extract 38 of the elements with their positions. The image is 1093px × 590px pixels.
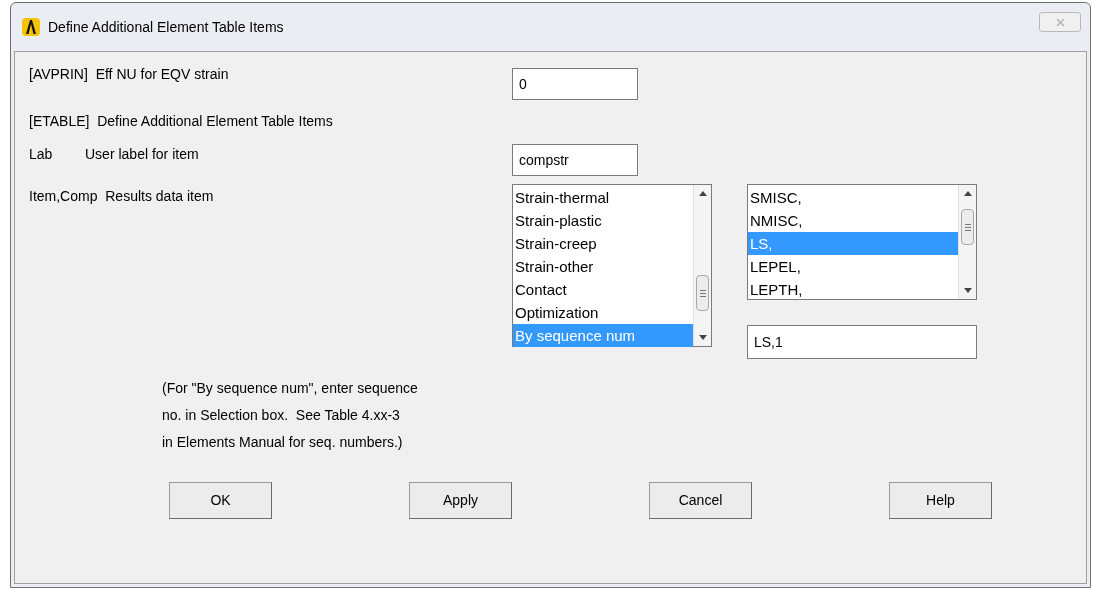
list-item[interactable]: Optimization <box>513 301 693 324</box>
dialog-button[interactable]: Cancel <box>649 482 752 519</box>
lab-label: User label for item <box>85 145 200 164</box>
note-text: no. in Selection box. See Table 4.xx-3 <box>162 406 401 425</box>
list-item[interactable]: LEPEL, <box>748 255 958 278</box>
scroll-down-icon[interactable] <box>964 288 972 293</box>
list-box[interactable]: SMISC, NMISC, LS, LEPEL, LEPTH, <box>747 184 977 300</box>
lab-key: Lab <box>29 144 85 180</box>
scrollbar[interactable] <box>693 185 711 346</box>
scroll-thumb[interactable] <box>696 275 709 311</box>
scrollbar[interactable] <box>958 185 976 299</box>
note-text: (For "By sequence num", enter sequence <box>162 379 419 398</box>
dialog-button[interactable]: Help <box>889 482 992 519</box>
etable-heading: [ETABLE] Define Additional Element Table Items <box>29 112 334 131</box>
avprin-label: [AVPRIN] Eff NU for EQV strain <box>29 65 230 84</box>
dialog-button[interactable]: Apply <box>409 482 512 519</box>
input-field[interactable]: 0 <box>512 68 638 100</box>
list-item[interactable]: Strain-other <box>513 255 693 278</box>
list-item[interactable]: Strain-thermal <box>513 186 693 209</box>
list-item[interactable]: Contact <box>513 278 693 301</box>
list-item[interactable]: Strain-plastic <box>513 209 693 232</box>
note-text: in Elements Manual for seq. numbers.) <box>162 433 404 452</box>
window-title: Define Additional Element Table Items <box>48 17 285 37</box>
scroll-thumb[interactable] <box>961 209 974 245</box>
list-item[interactable]: SMISC, <box>748 186 958 209</box>
item-label: Item,Comp Results data item <box>29 187 215 206</box>
selection-field[interactable]: LS,1 <box>747 325 977 359</box>
list-item[interactable]: Strain-creep <box>513 232 693 255</box>
list-item[interactable]: NMISC, <box>748 209 958 232</box>
close-icon <box>1055 17 1065 27</box>
list-box[interactable]: Strain-thermal Strain-plastic Strain-creep Strain-other Contact Optimization By sequence num <box>512 184 712 347</box>
scroll-up-icon[interactable] <box>964 191 972 196</box>
app-logo-icon <box>22 18 40 36</box>
input-field[interactable]: compstr <box>512 144 638 176</box>
scroll-down-icon[interactable] <box>699 335 707 340</box>
scroll-up-icon[interactable] <box>699 191 707 196</box>
list-item[interactable]: LEPTH, <box>748 278 958 301</box>
dialog-button[interactable]: OK <box>169 482 272 519</box>
